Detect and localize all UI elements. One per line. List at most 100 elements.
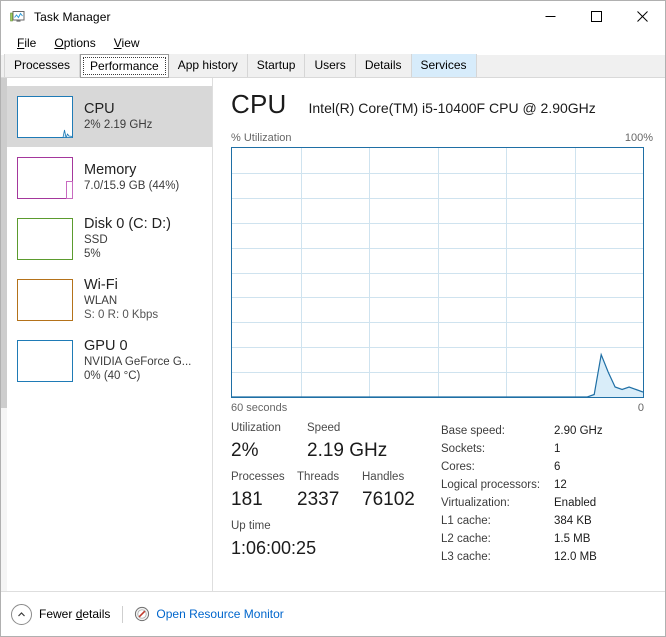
stat-threads-label: Threads [297,471,340,483]
sidebar-item-wifi-text: Wi-Fi WLAN S: 0 R: 0 Kbps [84,277,158,322]
spec-cores-value: 6 [554,461,561,473]
sidebar-item-wifi-sub2: S: 0 R: 0 Kbps [84,309,159,321]
spec-virtualization-label: Virtualization: [441,497,510,509]
spec-sockets-label: Sockets: [441,443,486,455]
sidebar-item-cpu-text: CPU 2% 2.19 GHz [84,101,152,132]
sidebar-item-gpu0[interactable]: GPU 0 NVIDIA GeForce G... 0% (40 °C) [7,330,212,391]
stat-utilization: Utilization 2% [231,420,307,464]
stat-utilization-value: 2% [231,440,259,461]
cpu-stats-left: Utilization 2% Speed 2.19 GHz Processes … [231,420,441,562]
spec-row: Base speed: 2.90 GHz [441,422,656,440]
fewer-details-button[interactable]: Fewer details [11,603,111,625]
stat-handles-label: Handles [362,471,405,483]
spec-logical-processors-label: Logical processors: [441,479,541,491]
content-area: CPU 2% 2.19 GHz Memory 7.0/15.9 GB (44%) [1,78,665,591]
spec-row: Logical processors: 12 [441,476,656,494]
spec-l3-cache-value: 12.0 MB [554,551,597,563]
sidebar-item-memory[interactable]: Memory 7.0/15.9 GB (44%) [7,147,212,208]
spec-base-speed-label: Base speed: [441,425,505,437]
sidebar-item-gpu0-text: GPU 0 NVIDIA GeForce G... 0% (40 °C) [84,338,191,383]
stat-processes-value: 181 [231,489,263,510]
spec-cores-label: Cores: [441,461,475,473]
sidebar-item-cpu-title: CPU [84,101,115,117]
status-separator [122,605,124,623]
tab-startup[interactable]: Startup [247,54,306,77]
stat-handles: Handles 76102 [362,469,415,513]
resource-monitor-icon [134,606,150,622]
maximize-button[interactable] [573,1,619,32]
tab-details-label: Details [364,58,402,72]
window-title: Task Manager [34,9,111,24]
stat-processes-label: Processes [231,471,285,483]
spec-l2-cache-value: 1.5 MB [554,533,591,545]
sidebar-item-disk0[interactable]: Disk 0 (C: D:) SSD 5% [7,208,212,269]
cpu-spec-table: Base speed: 2.90 GHz Sockets: 1 Cores: 6… [441,422,656,566]
y-axis-label: % Utilization [231,132,292,144]
spec-l1-cache-label: L1 cache: [441,515,491,527]
cpu-model-name: Intel(R) Core(TM) i5-10400F CPU @ 2.90GH… [308,100,596,116]
page-title: CPU [231,89,287,119]
tab-strip: Processes Performance App history Startu… [1,54,665,78]
time-right-label: 0 [637,402,644,414]
spec-row: L3 cache: 12.0 MB [441,548,656,566]
spec-row: L2 cache: 1.5 MB [441,530,656,548]
wifi-thumbnail-graph [17,278,73,321]
tab-processes[interactable]: Processes [4,54,81,77]
sidebar-item-gpu0-title: GPU 0 [84,338,128,354]
spec-base-speed-value: 2.90 GHz [554,425,603,437]
tab-app-history-label: App history [177,58,238,72]
sidebar-list: CPU 2% 2.19 GHz Memory 7.0/15.9 GB (44%) [7,86,212,391]
tab-performance-label: Performance [90,59,159,73]
sidebar-item-memory-sub: 7.0/15.9 GB (44%) [84,180,180,192]
memory-thumbnail-graph [17,156,73,199]
tab-details[interactable]: Details [355,54,412,77]
sidebar-item-disk0-sub2: 5% [84,248,101,260]
chevron-up-icon [11,603,32,625]
stat-speed-label: Speed [307,422,341,434]
stat-speed-value: 2.19 GHz [307,440,388,461]
spec-virtualization-value: Enabled [554,497,597,509]
menu-file[interactable]: File [8,34,45,52]
task-manager-window: Task Manager File Options View Processes… [0,0,666,637]
tab-users[interactable]: Users [305,54,356,77]
sidebar-item-disk0-title: Disk 0 (C: D:) [84,216,171,232]
cpu-header: CPU Intel(R) Core(TM) i5-10400F CPU @ 2.… [231,89,653,120]
sidebar-item-cpu[interactable]: CPU 2% 2.19 GHz [7,86,212,147]
open-resource-monitor-link[interactable]: Open Resource Monitor [134,606,284,622]
minimize-button[interactable] [527,1,573,32]
open-resource-monitor-label: Open Resource Monitor [156,607,284,621]
spec-row: L1 cache: 384 KB [441,512,656,530]
sidebar-item-gpu0-sub: NVIDIA GeForce G... [84,356,192,368]
spec-l3-cache-label: L3 cache: [441,551,491,563]
cpu-utilization-graph[interactable] [231,147,644,398]
tab-app-history[interactable]: App history [168,54,248,77]
stat-speed: Speed 2.19 GHz [307,420,387,464]
task-manager-icon [10,9,26,25]
cpu-graph-svg [232,148,643,397]
spec-row: Virtualization: Enabled [441,494,656,512]
stats-row-3: Up time 1:06:00:25 [231,518,441,562]
spec-l1-cache-value: 384 KB [554,515,592,527]
menu-options[interactable]: Options [45,34,104,52]
close-button[interactable] [619,1,665,32]
sidebar-item-wifi[interactable]: Wi-Fi WLAN S: 0 R: 0 Kbps [7,269,212,330]
stat-threads: Threads 2337 [297,469,362,513]
status-bar: Fewer details Open Resource Monitor [1,591,665,636]
stat-processes: Processes 181 [231,469,297,513]
fewer-details-label: Fewer details [39,607,111,621]
resource-sidebar: CPU 2% 2.19 GHz Memory 7.0/15.9 GB (44%) [1,78,213,591]
time-left-label: 60 seconds [231,402,288,414]
window-controls [527,1,665,32]
sidebar-item-disk0-sub: SSD [84,234,108,246]
sidebar-item-gpu0-sub2: 0% (40 °C) [84,370,141,382]
tab-performance[interactable]: Performance [80,54,169,78]
gpu-thumbnail-graph [17,339,73,382]
sidebar-item-memory-title: Memory [84,162,137,178]
tab-services-label: Services [420,58,467,72]
stats-row-2: Processes 181 Threads 2337 Handles 76102 [231,469,441,513]
spec-logical-processors-value: 12 [554,479,567,491]
tab-startup-label: Startup [256,58,296,72]
tab-services[interactable]: Services [411,54,477,77]
sidebar-item-memory-text: Memory 7.0/15.9 GB (44%) [84,162,179,193]
menu-view[interactable]: View [105,34,149,52]
